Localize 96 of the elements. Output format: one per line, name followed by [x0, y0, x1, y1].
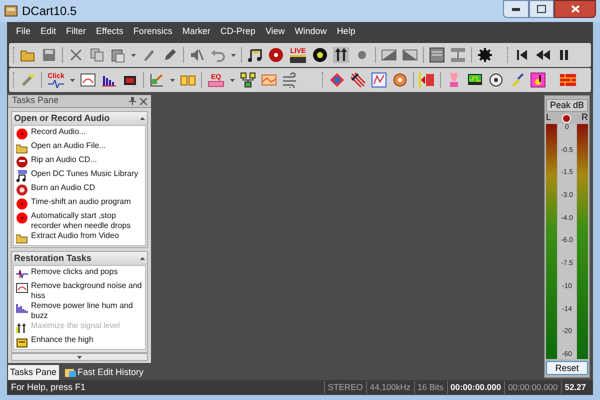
- level-arrows-icon[interactable]: [333, 47, 349, 63]
- status-field: 52.27: [560, 381, 589, 394]
- menu-item[interactable]: Forensics: [128, 25, 178, 39]
- folder-task-icon: [16, 232, 28, 244]
- pane-tab[interactable]: Tasks Pane: [8, 365, 59, 380]
- record-task-icon: [16, 198, 28, 210]
- skip-back-icon[interactable]: [514, 47, 530, 63]
- task-link[interactable]: Automatically start ,stop recorder when needle drops: [31, 211, 143, 230]
- task-link[interactable]: Time-shift an audio program: [31, 197, 131, 206]
- image-icon[interactable]: [261, 72, 277, 88]
- close-icon[interactable]: [140, 98, 147, 104]
- folder-task-icon: [16, 142, 28, 154]
- music-note-icon[interactable]: [530, 72, 546, 88]
- meter-title: Peak dB: [546, 99, 588, 112]
- minimize-button[interactable]: [503, 0, 529, 18]
- disc-icon[interactable]: [312, 47, 328, 63]
- menu-item[interactable]: Marker: [177, 25, 216, 39]
- collapse-icon[interactable]: [140, 117, 145, 120]
- task-link[interactable]: Remove clicks and pops: [31, 267, 118, 276]
- channel-label: R: [581, 111, 588, 124]
- settings-icon[interactable]: [477, 47, 493, 63]
- status-field: STEREO: [324, 381, 366, 394]
- task-link[interactable]: Enhance the high: [31, 335, 94, 344]
- level-bars-icon[interactable]: [419, 72, 435, 88]
- hum-task-icon: [16, 302, 28, 314]
- pencil-icon[interactable]: [162, 47, 178, 63]
- task-link[interactable]: Record Audio...: [31, 127, 86, 136]
- status-field: 00:00:00.000: [446, 381, 504, 394]
- fade-in-icon[interactable]: [381, 47, 397, 63]
- split-icon[interactable]: [450, 47, 466, 63]
- status-field: 16 Bits: [414, 381, 446, 394]
- enhance-task-icon: [16, 336, 28, 348]
- spectrum-icon[interactable]: [80, 72, 96, 88]
- panel-icon[interactable]: [429, 47, 445, 63]
- stripes-icon[interactable]: [350, 72, 366, 88]
- record-task-icon: [16, 212, 28, 224]
- status-field: 00:00:00.000: [504, 381, 561, 394]
- task-link[interactable]: Open DC Tunes Music Library: [31, 169, 138, 178]
- reset-button[interactable]: Reset: [546, 361, 588, 375]
- caret-icon: [77, 356, 82, 358]
- wind-icon[interactable]: [282, 72, 298, 88]
- graph-icon[interactable]: [149, 72, 165, 88]
- network-icon[interactable]: [240, 72, 256, 88]
- cut-icon[interactable]: [68, 47, 84, 63]
- cd-icon[interactable]: [488, 72, 504, 88]
- cube-icon[interactable]: [329, 72, 345, 88]
- history-icon: [64, 368, 76, 378]
- task-link[interactable]: Extract Audio from Video: [31, 231, 119, 240]
- menu-item[interactable]: CD-Prep: [215, 25, 260, 39]
- task-link[interactable]: Open an Audio File...: [31, 141, 106, 150]
- paste-icon[interactable]: [110, 47, 126, 63]
- menu-item[interactable]: Help: [332, 25, 360, 39]
- menu-item[interactable]: Edit: [36, 25, 62, 39]
- waveform-icon[interactable]: [371, 72, 387, 88]
- brick-wall-icon[interactable]: [560, 72, 576, 88]
- status-text: For Help, press F1: [11, 380, 86, 394]
- peak-led-icon: [562, 114, 571, 122]
- display-icon[interactable]: [467, 72, 483, 88]
- rip-cd-icon[interactable]: [268, 47, 284, 63]
- music-task-icon: [16, 170, 28, 182]
- window-title: DCart10.5: [22, 3, 77, 20]
- maximize-icon: [537, 5, 546, 13]
- menu-item[interactable]: File: [11, 25, 36, 39]
- target-icon[interactable]: [392, 72, 408, 88]
- save-icon[interactable]: [41, 47, 57, 63]
- task-link[interactable]: Burn an Audio CD: [31, 183, 96, 192]
- collapse-icon[interactable]: [140, 257, 145, 260]
- pane-tab[interactable]: Fast Edit History: [62, 365, 146, 380]
- task-link[interactable]: Remove background noise and hiss: [31, 281, 143, 300]
- close-icon: [570, 5, 580, 13]
- record-task-icon: [16, 128, 28, 140]
- pane-title: Tasks Pane: [12, 94, 60, 108]
- menu-item[interactable]: Filter: [61, 25, 92, 39]
- channel-label: L: [546, 111, 552, 124]
- music-note-icon[interactable]: [247, 47, 263, 63]
- brush-icon[interactable]: [141, 47, 157, 63]
- max-task-icon: [16, 322, 28, 334]
- click-task-icon: [16, 268, 28, 280]
- rewind-icon[interactable]: [535, 47, 551, 63]
- task-link[interactable]: Remove power line hum and buzz: [31, 301, 143, 320]
- fade-out-icon[interactable]: [402, 47, 418, 63]
- mute-icon[interactable]: [189, 47, 205, 63]
- menu-item[interactable]: Effects: [91, 25, 128, 39]
- status-field: 44.100kHz: [366, 381, 414, 394]
- pin-icon[interactable]: [129, 97, 136, 105]
- close-button[interactable]: [554, 0, 596, 18]
- menu-item[interactable]: View: [260, 25, 290, 39]
- copy-icon[interactable]: [89, 47, 105, 63]
- burn-task-icon: [16, 184, 28, 196]
- minimize-icon: [512, 8, 520, 10]
- rip-task-icon: [16, 156, 28, 168]
- app-icon: [4, 4, 18, 18]
- menu-item[interactable]: Window: [290, 25, 332, 39]
- noise-task-icon: [16, 282, 28, 294]
- maximize-button[interactable]: [529, 0, 554, 18]
- task-link[interactable]: Rip an Audio CD...: [31, 155, 97, 164]
